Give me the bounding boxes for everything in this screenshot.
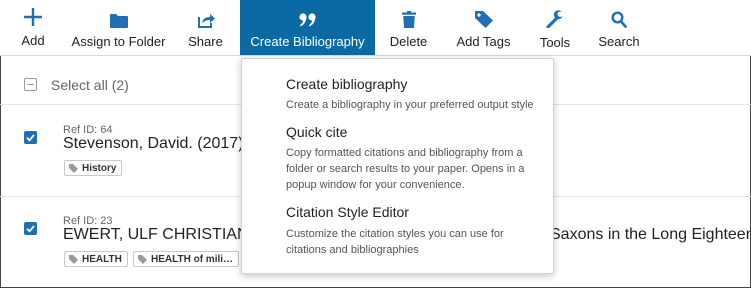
tag-label: HEALTH [82, 253, 122, 265]
tag-chip[interactable]: HEALTH [64, 251, 128, 267]
search-button[interactable]: Search [585, 0, 653, 55]
menu-item-description: Customize the citation styles you can us… [286, 228, 504, 256]
add-label: Add [21, 33, 45, 48]
assign-to-folder-button[interactable]: Assign to Folder [66, 0, 171, 55]
create-bibliography-label: Create Bibliography [250, 34, 365, 49]
toolbar: Add Assign to Folder Share Create Biblio… [0, 0, 751, 56]
add-tags-label: Add Tags [456, 34, 511, 49]
plus-icon [0, 0, 66, 28]
quote-icon [240, 0, 375, 28]
select-all-checkbox[interactable] [24, 78, 37, 91]
search-icon [585, 0, 653, 28]
menu-item-citation-style-editor[interactable]: Citation Style Editor [286, 204, 409, 220]
add-tags-button[interactable]: Add Tags [442, 0, 525, 55]
tag-label: History [82, 162, 117, 174]
folder-icon [66, 0, 171, 28]
search-label: Search [598, 34, 640, 49]
create-bibliography-button[interactable]: Create Bibliography [240, 0, 375, 55]
add-button[interactable]: Add [0, 0, 66, 55]
check-icon [26, 225, 35, 233]
wrench-icon [525, 0, 585, 28]
menu-item-description: Copy formatted citations and bibliograph… [286, 147, 525, 191]
reference-checkbox[interactable] [24, 222, 37, 235]
tag-chip[interactable]: History [64, 160, 123, 176]
delete-button[interactable]: Delete [375, 0, 442, 55]
trash-icon [375, 0, 442, 28]
share-icon [171, 0, 240, 28]
menu-item-create-bibliography[interactable]: Create bibliography [286, 76, 407, 92]
share-label: Share [188, 34, 223, 49]
tag-label: HEALTH of mili… [151, 253, 234, 265]
reference-title-tail[interactable]: Saxons in the Long Eighteenth C [550, 226, 751, 244]
tag-icon [69, 163, 78, 173]
share-button[interactable]: Share [171, 0, 240, 55]
assign-to-folder-label: Assign to Folder [71, 34, 166, 49]
select-all-label: Select all (2) [51, 77, 129, 93]
tools-label: Tools [539, 35, 571, 50]
tag-icon [442, 0, 525, 28]
create-bibliography-menu: Create bibliography Create a bibliograph… [241, 58, 554, 274]
tag-icon [138, 254, 147, 264]
reference-checkbox[interactable] [24, 131, 37, 144]
delete-label: Delete [389, 34, 428, 49]
menu-item-quick-cite[interactable]: Quick cite [286, 124, 347, 140]
check-icon [26, 134, 35, 142]
tools-button[interactable]: Tools [525, 0, 585, 55]
menu-item-description: Create a bibliography in your preferred … [286, 99, 534, 111]
tag-icon [69, 254, 78, 264]
tag-chip[interactable]: HEALTH of mili… [133, 251, 240, 267]
reference-title[interactable]: Stevenson, David. (2017). 19 [63, 135, 270, 153]
